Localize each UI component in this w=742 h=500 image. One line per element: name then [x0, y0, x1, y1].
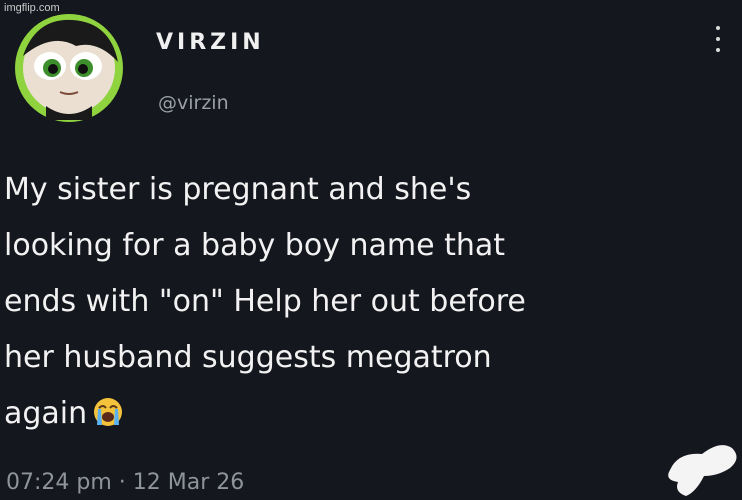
tweet-timestamp: 07:24 pm · 12 Mar 26: [6, 470, 244, 495]
tweet-time: 07:24 pm: [6, 470, 112, 495]
profile-avatar[interactable]: [6, 10, 132, 126]
separator: ·: [111, 470, 133, 495]
tweet-line: her husband suggests megatron: [4, 340, 492, 375]
tweet-line: looking for a baby boy name that: [4, 228, 506, 263]
user-handle[interactable]: @virzin: [158, 92, 229, 114]
loudly-crying-face-icon: [94, 398, 123, 426]
tweet-line: ends with "on" Help her out before: [4, 284, 526, 319]
white-smudge-mark: [668, 445, 737, 496]
tweet-line-last: again: [4, 386, 724, 442]
display-name[interactable]: VIRZIN: [156, 30, 265, 55]
tweet-date: 12 Mar 26: [132, 470, 245, 495]
more-vertical-icon[interactable]: [708, 26, 728, 62]
tweet-line: again: [4, 396, 88, 431]
tweet-text: My sister is pregnant and she's looking …: [4, 162, 724, 442]
tweet-line: My sister is pregnant and she's: [4, 172, 472, 207]
